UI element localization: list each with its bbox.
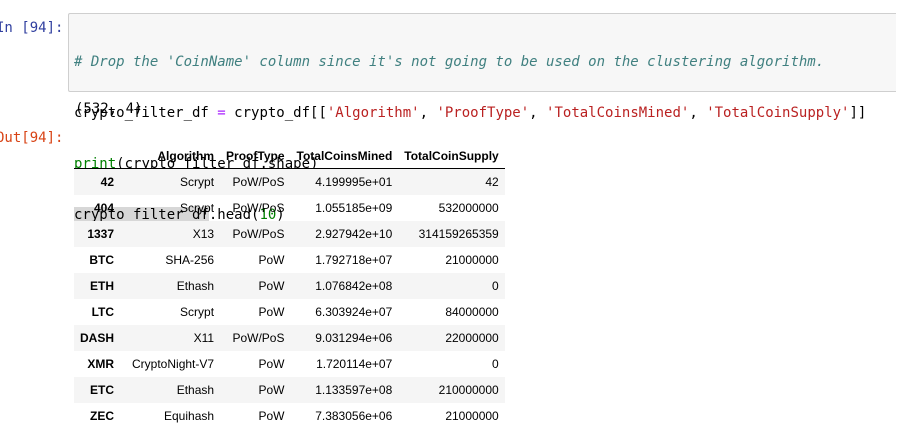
dataframe-table: Algorithm ProofType TotalCoinsMined Tota…: [74, 143, 505, 429]
column-header-index: [74, 143, 127, 169]
cell-algorithm: SHA-256: [165, 253, 215, 267]
cell-totalcoinsmined: 1.055185e+09: [315, 201, 393, 215]
cell-totalcoinsmined: 9.031294e+06: [315, 331, 393, 345]
table-row: XMR CryptoNight-V7 PoW 1.720114e+07 0: [74, 351, 505, 377]
table-header-row: Algorithm ProofType TotalCoinsMined Tota…: [74, 143, 505, 169]
cell-prooftype: PoW: [258, 383, 285, 397]
cell-prooftype: PoW/PoS: [232, 227, 285, 241]
cell-totalcoinsmined: 1.133597e+08: [315, 383, 393, 397]
cell-algorithm: Ethash: [176, 279, 215, 293]
column-header-algorithm: Algorithm: [126, 143, 221, 169]
code-separator: ,: [689, 105, 707, 121]
row-index: ZEC: [90, 409, 115, 423]
cell-prooftype: PoW/PoS: [232, 175, 285, 189]
column-header-totalcoinsmined: TotalCoinsMined: [290, 143, 399, 169]
code-separator: ,: [419, 105, 437, 121]
row-index: 1337: [87, 227, 115, 241]
cell-prooftype: PoW: [258, 305, 285, 319]
cell-totalcoinsupply: 21000000: [445, 409, 499, 423]
cell-prooftype: PoW: [258, 357, 285, 371]
code-string: 'Algorithm': [326, 105, 420, 121]
row-index: ETH: [90, 279, 115, 293]
code-string: 'ProofType': [436, 105, 530, 121]
cell-algorithm: Scrypt: [180, 305, 215, 319]
table-row: ETC Ethash PoW 1.133597e+08 210000000: [74, 377, 505, 403]
cell-algorithm: Equihash: [164, 409, 215, 423]
code-comment: # Drop the 'CoinName' column since it's …: [74, 54, 825, 70]
cell-prooftype: PoW: [258, 279, 285, 293]
cell-totalcoinsupply: 314159265359: [418, 227, 499, 241]
column-header-totalcoinsupply: TotalCoinSupply: [398, 143, 505, 169]
cell-totalcoinsmined: 6.303924e+07: [315, 305, 393, 319]
cell-totalcoinsmined: 1.720114e+07: [316, 357, 393, 371]
cell-totalcoinsupply: 210000000: [438, 383, 499, 397]
cell-totalcoinsupply: 21000000: [445, 253, 499, 267]
table-row: DASH X11 PoW/PoS 9.031294e+06 22000000: [74, 325, 505, 351]
cell-prooftype: PoW: [258, 409, 285, 423]
cell-algorithm: CryptoNight-V7: [132, 357, 215, 371]
code-line-2: crypto_filter_df = crypto_df[['Algorithm…: [74, 105, 866, 122]
table-row: 42 Scrypt PoW/PoS 4.199995e+01 42: [74, 168, 505, 195]
cell-totalcoinsmined: 2.927942e+10: [315, 227, 393, 241]
table-row: 1337 X13 PoW/PoS 2.927942e+10 314159265359: [74, 221, 505, 247]
table-row: ETH Ethash PoW 1.076842e+08 0: [74, 273, 505, 299]
cell-algorithm: Scrypt: [180, 175, 215, 189]
cell-algorithm: Scrypt: [180, 201, 215, 215]
code-bracket: ]]: [849, 105, 867, 121]
table-row: BTC SHA-256 PoW 1.792718e+07 21000000: [74, 247, 505, 273]
cell-algorithm: Ethash: [176, 383, 215, 397]
row-index: ETC: [90, 383, 115, 397]
cell-totalcoinsupply: 42: [485, 175, 499, 189]
row-index: LTC: [91, 305, 115, 319]
cell-totalcoinsmined: 1.076842e+08: [315, 279, 393, 293]
table-row: 404 Scrypt PoW/PoS 1.055185e+09 532000000: [74, 195, 505, 221]
table-row: ZEC Equihash PoW 7.383056e+06 21000000: [74, 403, 505, 429]
row-index: 404: [93, 201, 115, 215]
cell-algorithm: X13: [192, 227, 215, 241]
code-string: 'TotalCoinSupply': [706, 105, 850, 121]
code-string: 'TotalCoinsMined': [546, 105, 690, 121]
cell-totalcoinsupply: 84000000: [445, 305, 499, 319]
cell-totalcoinsupply: 0: [492, 357, 499, 371]
code-operator: =: [208, 105, 235, 121]
column-header-prooftype: ProofType: [220, 143, 291, 169]
table-row: LTC Scrypt PoW 6.303924e+07 84000000: [74, 299, 505, 325]
code-source: crypto_df[[: [234, 105, 327, 121]
cell-prooftype: PoW/PoS: [232, 201, 285, 215]
row-index: BTC: [89, 253, 115, 267]
output-prompt: Out[94]:: [0, 130, 64, 146]
cell-totalcoinsupply: 532000000: [438, 201, 499, 215]
cell-totalcoinsupply: 22000000: [445, 331, 499, 345]
code-line-1: # Drop the 'CoinName' column since it's …: [74, 54, 866, 71]
row-index: DASH: [80, 331, 115, 345]
row-index: 42: [100, 175, 115, 189]
cell-prooftype: PoW: [258, 253, 285, 267]
code-cell-editor[interactable]: # Drop the 'CoinName' column since it's …: [68, 13, 896, 223]
cell-totalcoinsmined: 7.383056e+06: [315, 409, 393, 423]
cell-totalcoinsmined: 1.792718e+07: [315, 253, 393, 267]
row-index: XMR: [87, 357, 115, 371]
code-separator: ,: [529, 105, 547, 121]
stdout-output: (532, 4): [75, 101, 143, 117]
input-prompt: In [94]:: [0, 20, 64, 36]
cell-algorithm: X11: [193, 331, 215, 345]
cell-prooftype: PoW/PoS: [232, 331, 285, 345]
cell-totalcoinsmined: 4.199995e+01: [315, 175, 393, 189]
cell-totalcoinsupply: 0: [492, 279, 499, 293]
